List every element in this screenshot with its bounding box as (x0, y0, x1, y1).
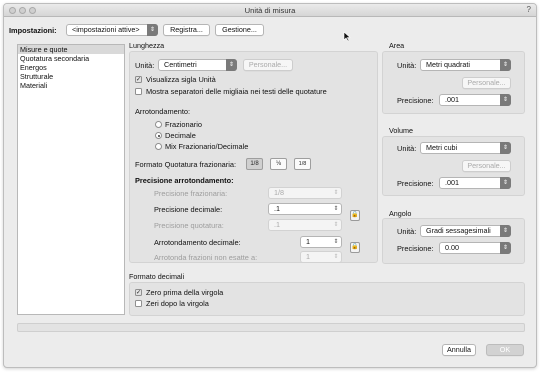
precisione-frazionaria-value: 1/8 (274, 188, 284, 197)
area-precisione-dropdown[interactable]: .001 ⇕ (439, 94, 511, 106)
gestione-button[interactable]: Gestione... (215, 24, 264, 36)
category-item-energos[interactable]: Energos (18, 63, 124, 72)
zero-prima-label: Zero prima della virgola (146, 288, 224, 297)
precisione-frazionaria-field[interactable]: 1/8 ⇕ (268, 187, 342, 199)
annulla-button[interactable]: Annulla (442, 344, 476, 356)
impostazioni-value: <impostazioni attive> (72, 25, 140, 34)
volume-personale-button[interactable]: Personale... (462, 160, 511, 172)
radio-frazionario-label: Frazionario (165, 120, 202, 129)
visualizza-sigla-label: Visualizza sigla Unità (146, 75, 216, 84)
precisione-decimale-label: Precisione decimale: (154, 205, 223, 214)
angolo-unita-value: Gradi sessagesimali (426, 226, 491, 235)
area-personale-button[interactable]: Personale... (462, 77, 511, 89)
chevron-updown-icon: ⇕ (500, 59, 511, 71)
chevron-updown-icon: ⇕ (500, 225, 511, 237)
category-list[interactable]: Misure e quote Quotatura secondaria Ener… (17, 44, 125, 315)
arrotondamento-title: Arrotondamento: (135, 107, 191, 116)
arrotondamento-decimale-field[interactable]: 1 ⇕ (300, 236, 342, 248)
category-item-quotatura[interactable]: Quotatura secondaria (18, 54, 124, 63)
arrotonda-frazioni-field[interactable]: 1 ⇕ (300, 251, 342, 263)
window-title: Unità di misura (244, 6, 296, 15)
impostazioni-dropdown[interactable]: <impostazioni attive> ⇕ (66, 24, 158, 36)
arrotondamento-decimale-label: Arrotondamento decimale: (154, 238, 241, 247)
stepper-icon: ⇕ (333, 190, 339, 196)
area-unita-value: Metri quadrati (426, 60, 470, 69)
registra-button[interactable]: Registra... (163, 24, 210, 36)
chevron-updown-icon: ⇕ (147, 24, 158, 36)
area-title: Area (389, 41, 405, 50)
precisione-frazionaria-label: Precisione frazionaria: (154, 189, 228, 198)
fraction-small-button[interactable]: ⅛ (270, 158, 287, 170)
precisione-arrotondamento-title: Precisione arrotondamento: (135, 176, 234, 185)
radio-frazionario[interactable] (155, 121, 162, 128)
volume-unita-dropdown[interactable]: Metri cubi ⇕ (420, 142, 511, 154)
area-precisione-label: Precisione: (397, 96, 434, 105)
precisione-quotatura-field[interactable]: .1 ⇕ (268, 219, 342, 231)
lock-icon[interactable]: 🔒 (350, 242, 360, 253)
area-unita-dropdown[interactable]: Metri quadrati ⇕ (420, 59, 511, 71)
area-precisione-value: .001 (445, 95, 459, 104)
visualizza-sigla-checkbox[interactable]: ✓ (135, 76, 142, 83)
lunghezza-unita-value: Centimetri (164, 60, 197, 69)
angolo-precisione-dropdown[interactable]: 0.00 ⇕ (439, 242, 511, 254)
lunghezza-title: Lunghezza (129, 41, 165, 50)
zeri-dopo-label: Zeri dopo la virgola (146, 299, 209, 308)
impostazioni-label: Impostazioni: (9, 26, 57, 35)
precisione-quotatura-label: Precisione quotatura: (154, 221, 224, 230)
formato-quotatura-label: Formato Quotatura frazionaria: (135, 160, 237, 169)
stepper-icon: ⇕ (333, 222, 339, 228)
radio-mix-label: Mix Frazionario/Decimale (165, 142, 249, 151)
area-unita-label: Unità: (397, 61, 417, 70)
mouse-cursor-icon (343, 31, 351, 42)
status-bar (17, 323, 525, 332)
lunghezza-personale-button[interactable]: Personale... (243, 59, 293, 71)
help-icon[interactable]: ? (527, 5, 531, 14)
fraction-stacked-button[interactable]: 1/8 (294, 158, 311, 170)
angolo-precisione-value: 0.00 (445, 243, 459, 252)
radio-decimale[interactable] (155, 132, 162, 139)
precisione-decimale-value: .1 (274, 204, 280, 213)
chevron-updown-icon: ⇕ (226, 59, 237, 71)
volume-precisione-dropdown[interactable]: .001 ⇕ (439, 177, 511, 189)
mostra-separatori-label: Mostra separatori delle migliaia nei tes… (146, 87, 327, 96)
units-dialog-window: Unità di misura ? Impostazioni: <imposta… (3, 3, 537, 368)
lunghezza-unita-label: Unità: (135, 61, 155, 70)
angolo-unita-dropdown[interactable]: Gradi sessagesimali ⇕ (420, 225, 511, 237)
angolo-title: Angolo (389, 209, 412, 218)
category-item-strutturale[interactable]: Strutturale (18, 72, 124, 81)
angolo-unita-label: Unità: (397, 227, 417, 236)
volume-unita-value: Metri cubi (426, 143, 458, 152)
radio-mix[interactable] (155, 143, 162, 150)
formato-decimali-title: Formato decimali (129, 272, 185, 281)
mostra-separatori-checkbox[interactable] (135, 88, 142, 95)
ok-button[interactable]: OK (486, 344, 524, 356)
arrotonda-frazioni-label: Arrotonda frazioni non esatte a: (154, 253, 258, 262)
volume-precisione-value: .001 (445, 178, 459, 187)
zero-prima-checkbox[interactable]: ✓ (135, 289, 142, 296)
lock-icon[interactable]: 🔒 (350, 210, 360, 221)
category-item-misure[interactable]: Misure e quote (18, 45, 124, 54)
stepper-icon: ⇕ (333, 206, 339, 212)
stepper-icon: ⇕ (333, 239, 339, 245)
radio-decimale-label: Decimale (165, 131, 196, 140)
arrotondamento-decimale-value: 1 (306, 237, 310, 246)
lunghezza-unita-dropdown[interactable]: Centimetri ⇕ (158, 59, 237, 71)
volume-unita-label: Unità: (397, 144, 417, 153)
precisione-decimale-field[interactable]: .1 ⇕ (268, 203, 342, 215)
fraction-diagonal-button[interactable]: 1/8 (246, 158, 263, 170)
angolo-precisione-label: Precisione: (397, 244, 434, 253)
stepper-icon: ⇕ (333, 254, 339, 260)
chevron-updown-icon: ⇕ (500, 94, 511, 106)
chevron-updown-icon: ⇕ (500, 242, 511, 254)
volume-precisione-label: Precisione: (397, 179, 434, 188)
title-bar: Unità di misura ? (4, 4, 536, 17)
chevron-updown-icon: ⇕ (500, 177, 511, 189)
arrotonda-frazioni-value: 1 (306, 252, 310, 261)
category-item-materiali[interactable]: Materiali (18, 81, 124, 90)
precisione-quotatura-value: .1 (274, 220, 280, 229)
volume-title: Volume (389, 126, 413, 135)
chevron-updown-icon: ⇕ (500, 142, 511, 154)
zeri-dopo-checkbox[interactable] (135, 300, 142, 307)
